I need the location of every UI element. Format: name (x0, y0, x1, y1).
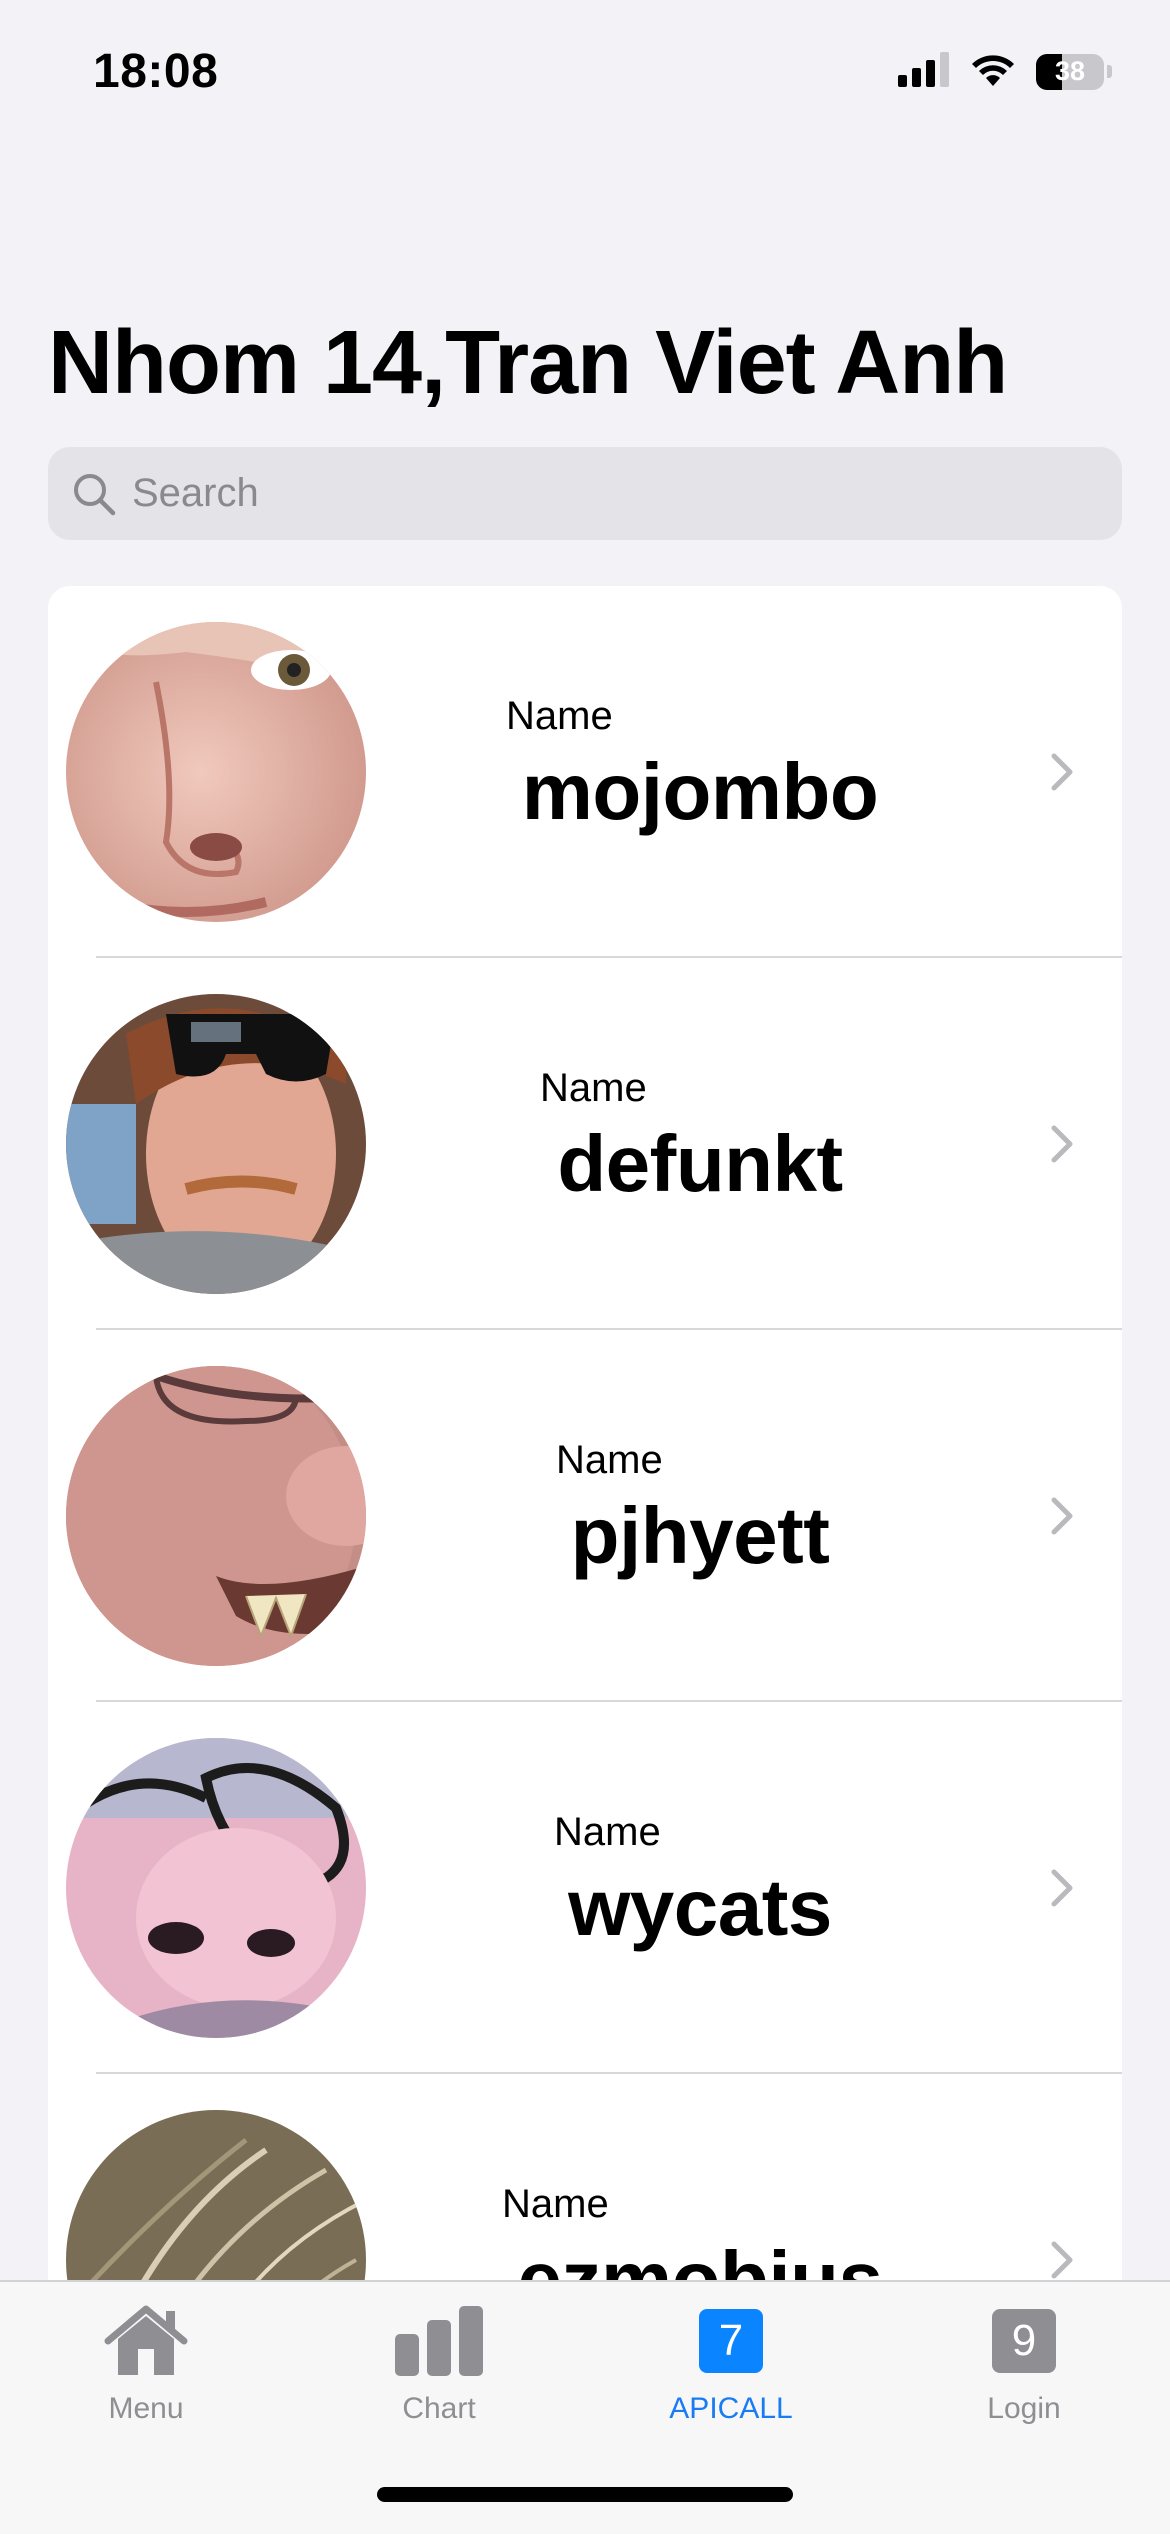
chevron-right-icon (1051, 1869, 1073, 1907)
row-text: Name defunkt (378, 958, 1022, 1330)
list-item[interactable]: Name wycats (48, 1702, 1122, 2074)
avatar (66, 2110, 366, 2286)
tab-label: Menu (108, 2392, 184, 2425)
username: wycats (568, 1863, 832, 1952)
list-item[interactable]: Name ezmobius (48, 2074, 1122, 2286)
home-indicator[interactable] (377, 2487, 793, 2502)
page-title: Nhom 14,Tran Viet Anh (48, 313, 1008, 413)
username: ezmobius (517, 2235, 883, 2286)
tab-login[interactable]: 9 Login (904, 2302, 1144, 2452)
name-label: Name (554, 1810, 661, 1854)
number-7-icon: 7 (686, 2302, 776, 2380)
chevron-right-icon (1051, 753, 1073, 791)
search-bar[interactable] (48, 447, 1122, 540)
tab-apicall[interactable]: 7 APICALL (611, 2302, 851, 2452)
wifi-icon (968, 50, 1018, 93)
tab-label: APICALL (669, 2392, 793, 2425)
name-label: Name (556, 1438, 663, 1482)
number-9-icon: 9 (979, 2302, 1069, 2380)
avatar (66, 1738, 366, 2038)
tab-menu[interactable]: Menu (26, 2302, 266, 2452)
chevron-right-icon (1051, 2241, 1073, 2279)
chevron-right-icon (1051, 1125, 1073, 1163)
username: mojombo (521, 747, 879, 836)
list-item[interactable]: Name defunkt (48, 958, 1122, 1330)
list-item[interactable]: Name pjhyett (48, 1330, 1122, 1702)
row-text: Name ezmobius (378, 2074, 1022, 2286)
status-time: 18:08 (93, 45, 219, 98)
tab-label: Chart (402, 2392, 476, 2425)
bar-chart-icon (394, 2302, 484, 2380)
signal-icon (898, 51, 950, 92)
battery-icon: 38 (1036, 53, 1104, 90)
avatar (66, 622, 366, 922)
tab-chart[interactable]: Chart (319, 2302, 559, 2452)
status-icons: 38 (898, 50, 1112, 93)
tab-badge: 9 (992, 2309, 1056, 2373)
house-icon (101, 2302, 191, 2380)
list-item[interactable]: Name mojombo (48, 586, 1122, 958)
avatar (66, 1366, 366, 1666)
name-label: Name (506, 694, 613, 738)
row-text: Name mojombo (378, 586, 1022, 958)
username: pjhyett (570, 1491, 830, 1580)
battery-cap (1107, 65, 1112, 78)
row-text: Name pjhyett (378, 1330, 1022, 1702)
avatar (66, 994, 366, 1294)
row-text: Name wycats (378, 1702, 1022, 2074)
tab-badge: 7 (699, 2309, 763, 2373)
username: defunkt (557, 1119, 843, 1208)
status-bar: 18:08 38 (0, 0, 1170, 150)
chevron-right-icon (1051, 1497, 1073, 1535)
battery-level: 38 (1054, 56, 1086, 86)
tab-label: Login (987, 2392, 1061, 2425)
name-label: Name (502, 2182, 609, 2226)
user-list: Name mojombo Name defunkt Name pjhyett N… (48, 586, 1122, 2286)
name-label: Name (540, 1066, 647, 1110)
search-input[interactable] (132, 453, 1092, 534)
search-icon (70, 470, 118, 518)
